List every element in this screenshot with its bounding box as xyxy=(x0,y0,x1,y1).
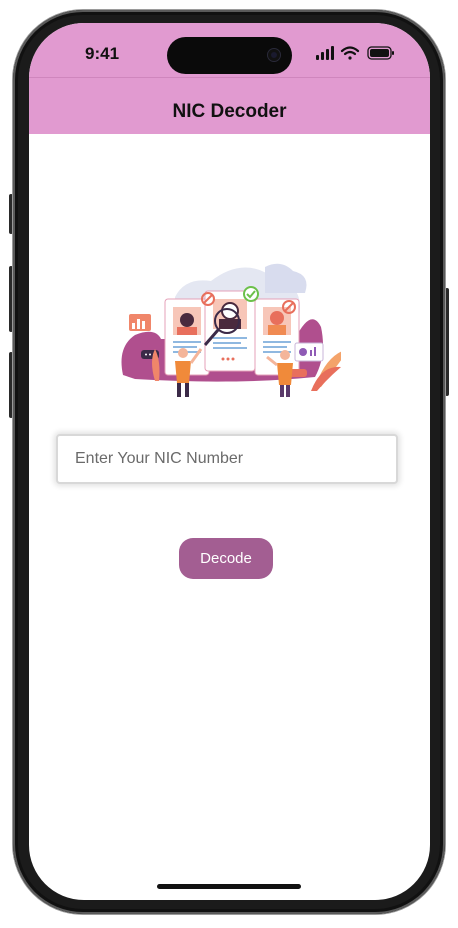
front-camera-icon xyxy=(268,49,280,61)
phone-screen: 9:41 NIC Decoder Enter Your NIC Number D… xyxy=(29,23,430,900)
decode-button[interactable]: Decode xyxy=(179,538,273,579)
app-header: 9:41 NIC Decoder xyxy=(29,23,430,134)
home-indicator[interactable] xyxy=(157,884,301,889)
status-time: 9:41 xyxy=(85,44,120,63)
device-mockup: 9:41 NIC Decoder Enter Your NIC Number D… xyxy=(0,0,458,928)
power-button xyxy=(445,288,449,396)
header-divider xyxy=(29,77,430,78)
id-verification-illustration xyxy=(121,263,341,397)
battery-icon xyxy=(367,46,394,60)
dynamic-island xyxy=(167,37,292,74)
wifi-icon xyxy=(340,46,360,60)
nic-number-input[interactable] xyxy=(56,434,398,484)
status-icons xyxy=(316,46,394,60)
signal-icon xyxy=(316,46,334,60)
page-title: NIC Decoder xyxy=(172,101,287,122)
